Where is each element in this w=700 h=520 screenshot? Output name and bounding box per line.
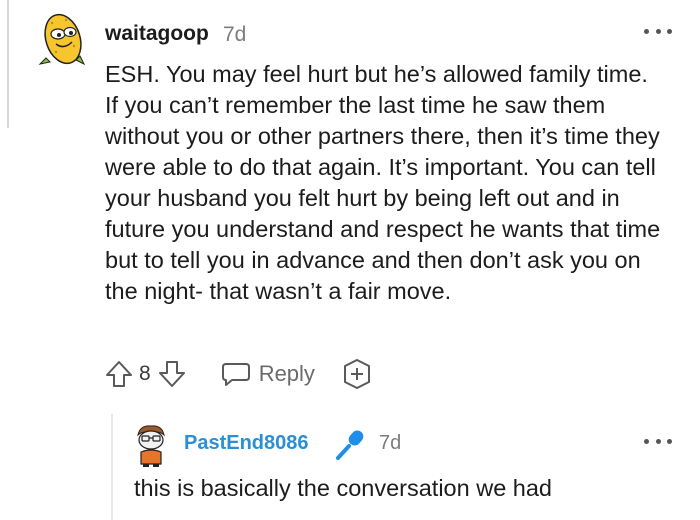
speech-bubble-icon xyxy=(221,363,250,386)
reply-label: Reply xyxy=(258,361,315,386)
comment-age: 7d xyxy=(223,23,247,46)
reply-age: 7d xyxy=(379,432,402,454)
comment-body: ESH. You may feel hurt but he’s allowed … xyxy=(105,61,661,304)
vote-score: 8 xyxy=(139,362,151,385)
comment-username[interactable]: waitagoop xyxy=(105,22,209,46)
comment-actions: 8 Reply xyxy=(104,356,373,392)
microphone-icon xyxy=(334,429,366,461)
reply-button[interactable]: Reply xyxy=(221,360,315,388)
reply-more-options-icon[interactable] xyxy=(644,436,672,446)
upvote-arrow-icon[interactable] xyxy=(104,359,134,389)
reply-thread-line[interactable] xyxy=(111,414,113,520)
user-avatar-corn-icon[interactable] xyxy=(36,8,90,66)
thread-indent-line xyxy=(0,0,9,128)
award-plus-icon[interactable] xyxy=(341,358,373,390)
reply-username[interactable]: PastEnd8086 xyxy=(184,432,309,455)
snoo-avatar-icon[interactable] xyxy=(134,423,168,467)
more-options-icon[interactable] xyxy=(644,26,672,36)
downvote-arrow-icon[interactable] xyxy=(157,359,187,389)
reply-body: this is basically the conversation we ha… xyxy=(134,475,552,501)
